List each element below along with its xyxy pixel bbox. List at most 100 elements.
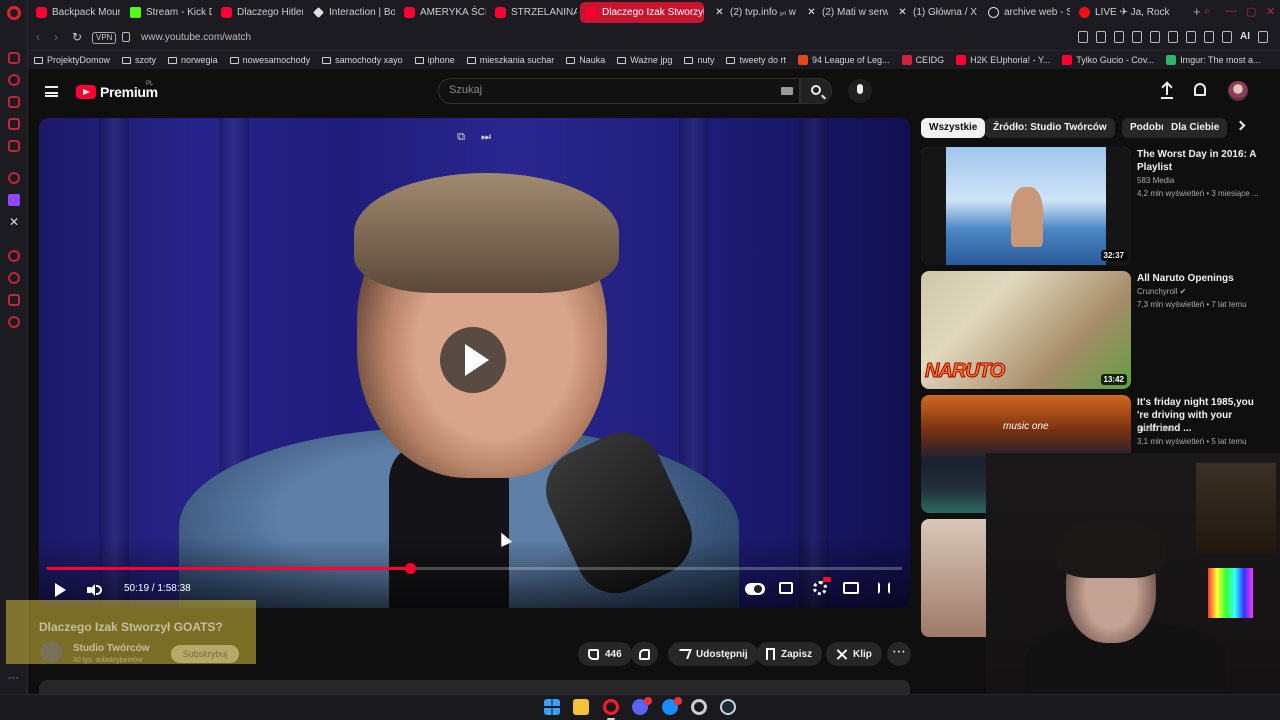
windows-start-icon[interactable] (544, 699, 560, 715)
tab[interactable]: archive web - S (982, 2, 1070, 23)
adblock-icon[interactable] (1114, 31, 1124, 43)
bookmark-folder[interactable]: nowesamochody (229, 55, 310, 65)
more-actions-icon[interactable]: ⋯ (887, 642, 911, 666)
recommended-thumbnail[interactable]: 32:37 (921, 147, 1131, 265)
tab[interactable]: AMERYKA ŚCIA (398, 2, 486, 23)
bookmark-folder[interactable]: tweety do rt (726, 55, 786, 65)
bookmark-folder[interactable]: Nauka (566, 55, 605, 65)
bookmark-folder[interactable]: iphone (414, 55, 455, 65)
skip-icon[interactable]: ⏭ (480, 131, 492, 143)
keyboard-icon[interactable] (781, 87, 793, 95)
save-button[interactable]: Zapisz (756, 642, 823, 666)
back-icon[interactable]: ‹ (36, 30, 40, 44)
twitch-icon[interactable] (8, 194, 20, 206)
clip-button[interactable]: Klip (826, 642, 882, 666)
voice-search-button[interactable] (848, 79, 872, 103)
search-tabs-icon[interactable]: ⌕ (1204, 5, 1210, 18)
theater-mode-icon[interactable] (843, 582, 859, 594)
subscribe-button[interactable]: Subskrybuj (171, 645, 239, 663)
minimize-icon[interactable]: — (1226, 5, 1237, 17)
tab[interactable]: ✕ (2) tvp.info ₚₗ w (708, 2, 796, 23)
tab-active[interactable]: Dlaczego Izak Stworzył G (580, 2, 704, 23)
bookmark-folder[interactable]: nuty (684, 55, 714, 65)
tab[interactable]: Dlaczego Hitler (215, 2, 303, 23)
settings-gear-icon[interactable] (813, 581, 827, 595)
upload-icon[interactable] (1161, 83, 1173, 99)
avatar[interactable] (1228, 81, 1248, 101)
opera-logo-icon[interactable] (7, 6, 21, 20)
recommended-thumbnail[interactable]: NARUTO 13:42 (921, 271, 1131, 389)
search-button[interactable] (800, 78, 832, 104)
steam-icon[interactable] (720, 699, 736, 715)
tab[interactable]: ✕ (2) Mati w serwi (800, 2, 888, 23)
tab[interactable]: Interaction | Bol (307, 2, 395, 23)
chip-all[interactable]: Wszystkie (921, 118, 986, 138)
downloads-icon[interactable] (8, 294, 20, 306)
bookmark-folder[interactable]: samochody xayo (322, 55, 403, 65)
clock-icon[interactable] (8, 250, 20, 262)
bookmark-folder[interactable]: ProjektyDomow (34, 55, 110, 65)
bookmark-folder[interactable]: Ważne jpg (617, 55, 672, 65)
more-dots-icon[interactable]: ··· (8, 672, 19, 684)
history-icon[interactable] (8, 74, 20, 86)
player-icon[interactable] (1132, 31, 1142, 43)
download-icon[interactable] (1204, 31, 1214, 43)
chrome-icon[interactable] (691, 699, 707, 715)
chip-for-you[interactable]: Dla Ciebie (1163, 118, 1228, 138)
menu-icon[interactable] (1258, 31, 1268, 43)
snapshot-icon[interactable] (1096, 31, 1106, 43)
bookmark-site[interactable]: 94 League of Leg... (797, 55, 890, 65)
bookmark-icon[interactable] (1078, 31, 1088, 43)
new-tab-icon[interactable]: + (1193, 4, 1201, 19)
play-icon[interactable] (55, 583, 66, 597)
pinboard-icon[interactable] (8, 272, 20, 284)
video-player[interactable]: ⧉ ⏭ 50:19 / 1:58:38 (39, 118, 910, 608)
forward-icon[interactable]: › (54, 30, 58, 44)
tab[interactable]: Backpack Moun (30, 2, 120, 23)
workspace-icon[interactable] (8, 52, 20, 64)
vpn-badge[interactable]: VPN (92, 32, 117, 44)
tab[interactable]: ✕ (1) Główna / X (891, 2, 979, 23)
youtube-premium-logo[interactable]: Premium PL (76, 81, 158, 100)
miniplayer-icon[interactable]: ⧉ (455, 131, 467, 143)
lock-icon[interactable] (122, 32, 130, 42)
tab[interactable]: STRZELANINA W (489, 2, 577, 23)
x-twitter-icon[interactable]: ✕ (8, 216, 20, 228)
aria-ai-button[interactable]: AI (1240, 31, 1250, 43)
like-button[interactable]: 446 (578, 642, 632, 666)
chip-source-channel[interactable]: Źródło: Studio Twórców (985, 118, 1115, 138)
channel-name[interactable]: Studio Twórców (73, 643, 149, 654)
bookmark-folder[interactable]: mieszkania suchar (466, 55, 554, 65)
recommended-channel[interactable]: Crunchyroll ✔ (1137, 287, 1186, 296)
progress-scrubber[interactable] (404, 563, 416, 574)
bookmark-site[interactable]: Imgur: The most a... (1166, 55, 1261, 65)
description-box[interactable] (39, 680, 910, 694)
recommended-channel[interactable]: music one (1137, 424, 1173, 433)
player-icon[interactable] (8, 140, 20, 152)
close-window-icon[interactable]: ✕ (1266, 5, 1275, 18)
bookmark-site[interactable]: CEIDG (901, 55, 944, 65)
tab[interactable]: Stream - Kick D (124, 2, 212, 23)
subtitles-icon[interactable] (779, 582, 793, 594)
dislike-button[interactable] (631, 642, 658, 666)
bookmark-site[interactable]: H2K EUphoria! - Y... (956, 55, 1050, 65)
hamburger-menu-icon[interactable] (45, 86, 58, 97)
messenger-icon[interactable] (8, 118, 20, 130)
extensions-icon[interactable] (1168, 31, 1178, 43)
bookmark-site[interactable]: Tylko Gucio - Cov... (1062, 55, 1154, 65)
fullscreen-icon[interactable] (878, 582, 890, 594)
chatgpt-icon[interactable] (8, 172, 20, 184)
channel-avatar[interactable] (40, 641, 62, 663)
notifications-bell-icon[interactable] (1194, 83, 1206, 96)
large-play-button[interactable] (440, 327, 506, 393)
file-explorer-icon[interactable] (573, 699, 589, 715)
heart-icon[interactable] (1150, 31, 1160, 43)
wallet-icon[interactable] (8, 96, 20, 108)
opera-browser-icon[interactable] (603, 699, 619, 715)
autoplay-toggle[interactable] (745, 583, 765, 595)
recommended-title[interactable]: All Naruto Openings (1137, 272, 1267, 285)
chevron-right-icon[interactable] (1235, 120, 1246, 131)
tab[interactable]: LIVE ✈ Ja, Rock (1073, 2, 1173, 23)
bookmark-folder[interactable]: szoty (122, 55, 156, 65)
maximize-icon[interactable]: ▢ (1246, 5, 1256, 18)
